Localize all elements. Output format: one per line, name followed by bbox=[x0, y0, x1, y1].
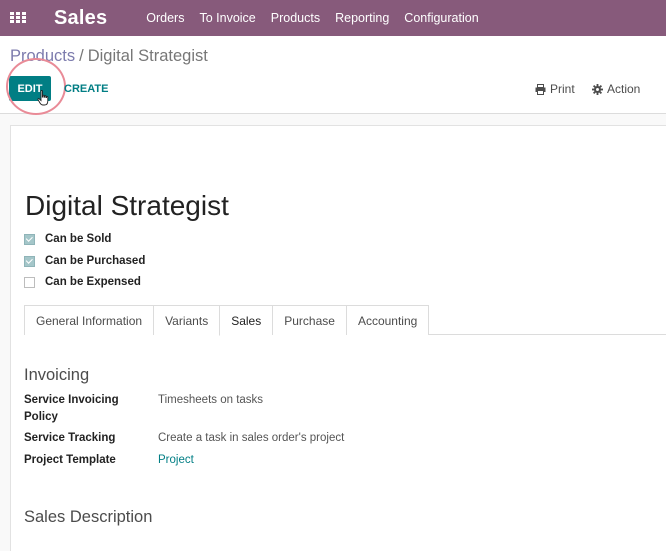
breadcrumb-current: Digital Strategist bbox=[87, 47, 208, 65]
can-be-purchased-checkbox[interactable]: Can be Purchased bbox=[24, 255, 145, 267]
action-button[interactable]: Action bbox=[592, 82, 640, 96]
breadcrumb-separator: / bbox=[79, 47, 84, 65]
print-button[interactable]: Print bbox=[535, 82, 575, 96]
service-tracking-label: Service Tracking bbox=[24, 432, 116, 444]
tab-accounting[interactable]: Accounting bbox=[345, 305, 430, 335]
print-label: Print bbox=[550, 82, 575, 96]
service-invoicing-policy-value: Timesheets on tasks bbox=[158, 394, 264, 406]
gear-icon bbox=[592, 83, 603, 95]
invoicing-section-title: Invoicing bbox=[24, 366, 90, 384]
menu-orders[interactable]: Orders bbox=[146, 11, 184, 25]
action-label: Action bbox=[607, 82, 641, 96]
tab-sales[interactable]: Sales bbox=[219, 305, 273, 336]
tab-purchase[interactable]: Purchase bbox=[272, 305, 346, 335]
print-icon bbox=[535, 83, 546, 95]
checkbox-box[interactable] bbox=[24, 276, 35, 288]
top-navbar: Sales Orders To Invoice Products Reporti… bbox=[0, 0, 666, 36]
tab-variants[interactable]: Variants bbox=[153, 305, 220, 335]
tab-general-information[interactable]: General Information bbox=[24, 305, 154, 335]
control-panel: Products / Digital Strategist EDIT CREATE … bbox=[0, 36, 666, 115]
form-statusbar bbox=[10, 125, 666, 164]
app-brand[interactable]: Sales bbox=[54, 7, 107, 30]
service-tracking-value: Create a task in sales order's project bbox=[158, 432, 345, 444]
checkbox-label: Can be Expensed bbox=[45, 276, 141, 288]
form-tabs: General Information Variants Sales Purch… bbox=[24, 305, 430, 336]
edit-button[interactable]: EDIT bbox=[9, 76, 51, 101]
can-be-sold-checkbox[interactable]: Can be Sold bbox=[24, 233, 111, 245]
project-template-label: Project Template bbox=[24, 454, 116, 466]
checkbox-box[interactable] bbox=[24, 255, 35, 267]
checkbox-label: Can be Sold bbox=[45, 233, 112, 245]
checkbox-box[interactable] bbox=[24, 233, 35, 245]
service-invoicing-policy-label: Service Invoicing Policy bbox=[24, 394, 119, 423]
product-name: Digital Strategist bbox=[25, 190, 229, 221]
sales-description-section-title: Sales Description bbox=[24, 508, 153, 526]
can-be-expensed-checkbox[interactable]: Can be Expensed bbox=[24, 276, 141, 288]
menu-configuration[interactable]: Configuration bbox=[404, 11, 478, 25]
project-template-link[interactable]: Project bbox=[158, 454, 194, 466]
breadcrumb-products-link[interactable]: Products bbox=[10, 47, 75, 65]
apps-grid-icon[interactable] bbox=[10, 12, 26, 24]
menu-reporting[interactable]: Reporting bbox=[335, 11, 389, 25]
checkbox-label: Can be Purchased bbox=[45, 255, 146, 267]
create-button[interactable]: CREATE bbox=[64, 83, 108, 95]
menu-products[interactable]: Products bbox=[271, 11, 320, 25]
breadcrumb: Products / Digital Strategist bbox=[10, 47, 208, 66]
menu-to-invoice[interactable]: To Invoice bbox=[199, 11, 255, 25]
main-menu: Orders To Invoice Products Reporting Con… bbox=[146, 11, 493, 25]
